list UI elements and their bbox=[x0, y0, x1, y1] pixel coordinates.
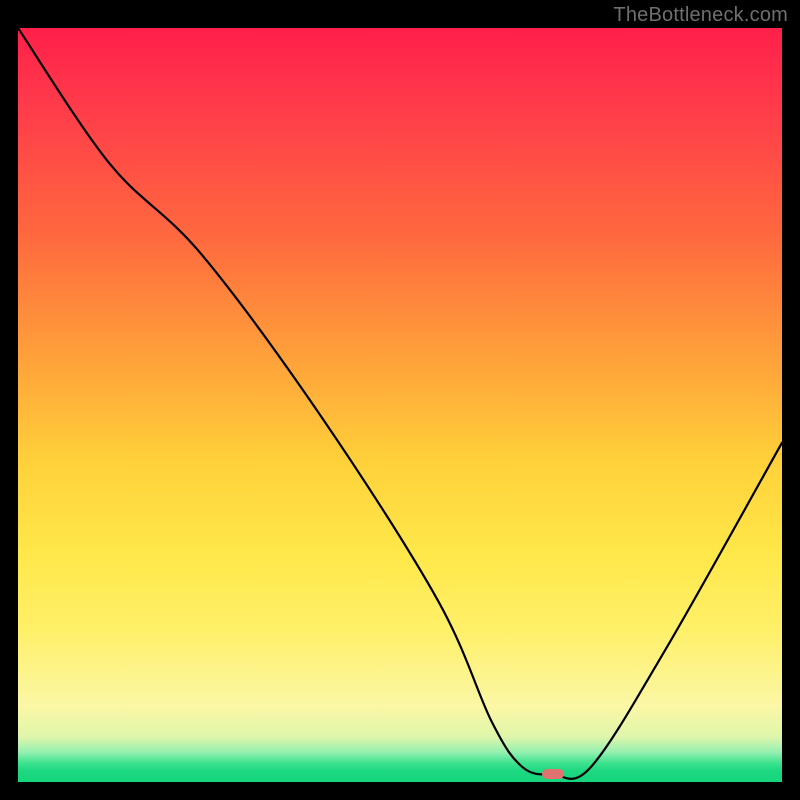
watermark-text: TheBottleneck.com bbox=[613, 4, 788, 27]
plot-area bbox=[18, 28, 782, 782]
chart-svg bbox=[18, 28, 782, 782]
chart-frame: TheBottleneck.com bbox=[0, 0, 800, 800]
bottleneck-curve bbox=[18, 28, 782, 779]
optimal-point-marker bbox=[542, 769, 564, 779]
